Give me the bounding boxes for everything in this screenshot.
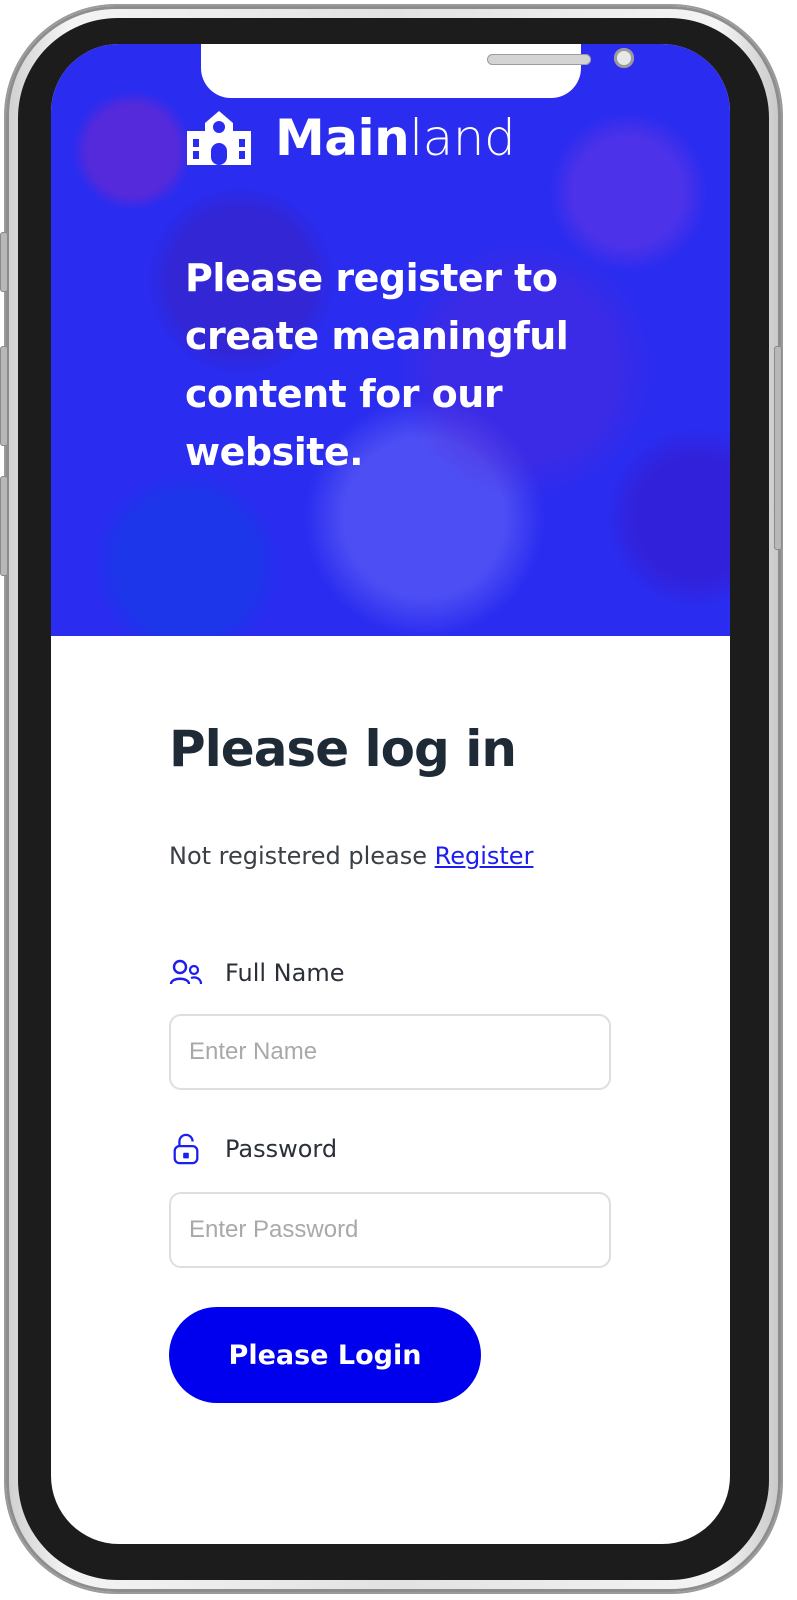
school-building-icon: [187, 111, 251, 165]
password-label: Password: [169, 1133, 337, 1165]
unlock-icon: [173, 1133, 199, 1165]
phone-notch: [201, 44, 634, 98]
phone-screen: Mainland Please register to create meani…: [51, 44, 730, 1544]
full-name-label: Full Name: [169, 957, 344, 989]
phone-side-button: [0, 232, 8, 292]
speaker-grille: [487, 54, 591, 65]
phone-side-button: [0, 476, 8, 576]
register-prompt-text: Not registered please: [169, 842, 427, 870]
brand-name: Mainland: [275, 109, 516, 167]
hero-banner: Mainland Please register to create meani…: [51, 44, 730, 636]
phone-power-button: [774, 346, 782, 550]
login-button[interactable]: Please Login: [169, 1307, 481, 1403]
page-title: Please log in: [169, 720, 517, 778]
hero-heading: Please register to create meaningful con…: [185, 256, 569, 474]
register-link[interactable]: Register: [435, 842, 534, 870]
password-input[interactable]: [169, 1192, 611, 1268]
password-label-text: Password: [225, 1135, 338, 1163]
register-prompt: Not registered please Register: [169, 842, 533, 870]
phone-side-button: [0, 346, 8, 446]
brand-logo[interactable]: Mainland: [185, 108, 516, 168]
front-camera: [614, 48, 634, 68]
users-icon: [169, 959, 203, 985]
full-name-input[interactable]: [169, 1014, 611, 1090]
full-name-label-text: Full Name: [225, 959, 345, 987]
